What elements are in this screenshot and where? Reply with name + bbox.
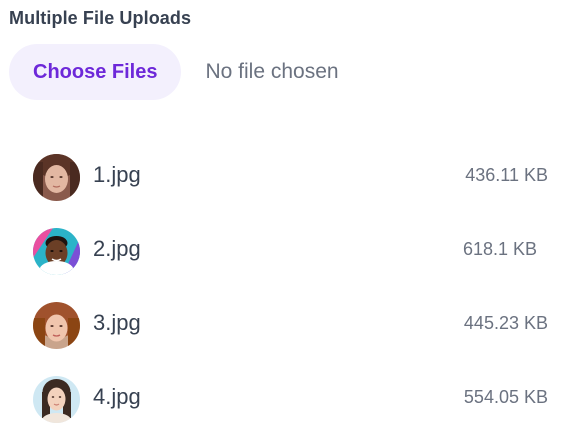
file-list-item: 4.jpg 554.05 KB bbox=[0, 362, 564, 436]
file-thumbnail bbox=[33, 154, 80, 201]
file-list-item: 3.jpg 445.23 KB bbox=[0, 288, 564, 362]
file-size: 445.23 KB bbox=[463, 313, 548, 333]
file-status-text: No file chosen bbox=[205, 60, 339, 83]
file-name: 1.jpg bbox=[93, 162, 141, 187]
file-size: 436.11 KB bbox=[465, 165, 548, 185]
file-name: 2.jpg bbox=[93, 236, 141, 261]
file-name: 4.jpg bbox=[93, 384, 141, 409]
uploader-title: Multiple File Uploads bbox=[9, 8, 192, 28]
file-thumbnail bbox=[33, 228, 80, 275]
file-size: 554.05 KB bbox=[463, 387, 548, 407]
file-input[interactable]: Choose Files No file chosen bbox=[9, 44, 339, 100]
file-thumbnail bbox=[33, 302, 80, 349]
file-list: 1.jpg 436.11 KB 2.jpg 618.1 KB 3.jpg 445… bbox=[0, 140, 564, 436]
file-name: 3.jpg bbox=[93, 310, 141, 335]
file-thumbnail bbox=[33, 376, 80, 423]
file-list-item: 1.jpg 436.11 KB bbox=[0, 140, 564, 214]
file-size: 618.1 KB bbox=[462, 239, 537, 259]
choose-files-button[interactable]: Choose Files bbox=[9, 44, 182, 100]
file-list-item: 2.jpg 618.1 KB bbox=[0, 214, 564, 288]
